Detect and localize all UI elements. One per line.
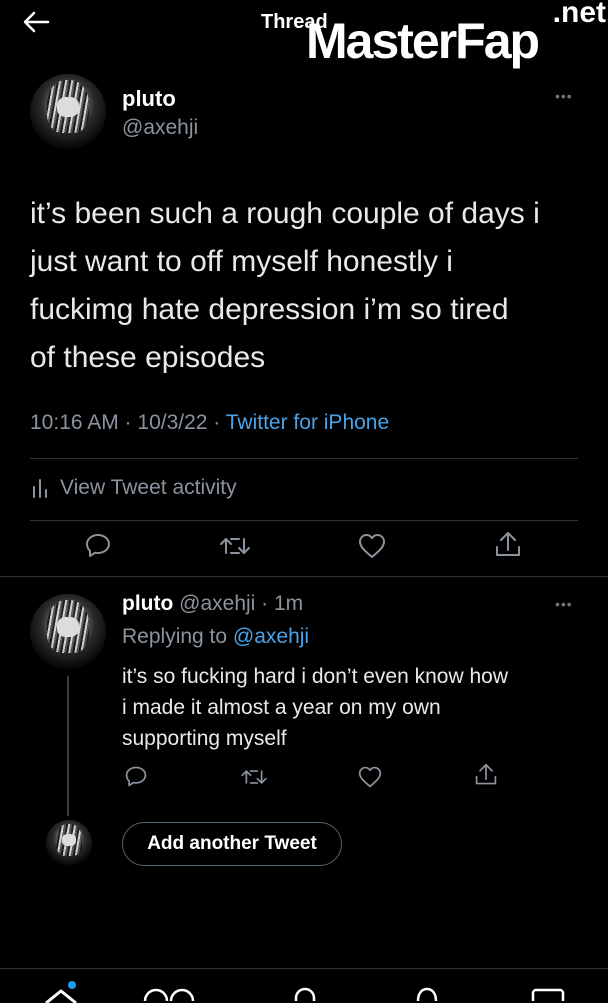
watermark-logo: .net MasterFap (306, 0, 608, 72)
tweet-text-line: just want to off myself honestly i (30, 245, 453, 278)
tweet-meta: 10:16 AM · 10/3/22 · Twitter for iPhone (30, 411, 389, 435)
notification-dot (68, 981, 76, 989)
tweet-text-line: it’s been such a rough couple of days i (30, 197, 540, 230)
tweet-timestamp: 10:16 AM · 10/3/22 · (30, 411, 226, 434)
add-another-tweet-button[interactable]: Add another Tweet (122, 822, 342, 866)
messages-icon[interactable] (530, 987, 570, 1001)
compose-avatar[interactable] (46, 820, 92, 866)
reply-header: pluto @axehji · 1m (122, 592, 303, 616)
divider (30, 520, 578, 521)
thread-connector-line (67, 676, 69, 816)
bottom-nav (0, 969, 608, 1003)
avatar[interactable] (30, 74, 106, 150)
replying-to: Replying to @axehji (122, 625, 309, 649)
share-icon[interactable] (474, 762, 498, 788)
divider (0, 576, 608, 577)
replying-to-prefix: Replying to (122, 625, 233, 648)
back-arrow-icon[interactable] (22, 10, 50, 34)
avatar[interactable] (30, 594, 106, 670)
tweet-text-line: of these episodes (30, 341, 266, 374)
analytics-icon (30, 477, 50, 499)
reply-handle-time[interactable]: @axehji · 1m (179, 592, 303, 615)
search-icon[interactable] (140, 987, 200, 1001)
reply-icon[interactable] (124, 764, 148, 788)
view-tweet-activity[interactable]: View Tweet activity (30, 476, 237, 500)
notifications-icon[interactable] (414, 987, 440, 1001)
divider (30, 458, 578, 459)
replying-to-handle[interactable]: @axehji (233, 625, 309, 648)
activity-label: View Tweet activity (60, 476, 237, 499)
reply-text-line: it’s so fucking hard i don’t even know h… (122, 665, 508, 688)
watermark-suffix: .net (552, 0, 606, 29)
reply-icon[interactable] (84, 531, 112, 559)
tweet-text: it’s been such a rough couple of days i … (30, 190, 540, 382)
reply-text: it’s so fucking hard i don’t even know h… (122, 661, 508, 754)
spaces-icon[interactable] (292, 987, 318, 1001)
more-options-icon[interactable]: ••• (555, 596, 573, 612)
more-options-icon[interactable]: ••• (555, 88, 573, 104)
display-name[interactable]: pluto (122, 86, 176, 112)
reply-display-name[interactable]: pluto (122, 592, 173, 615)
watermark-text: MasterFap (306, 13, 540, 69)
share-icon[interactable] (494, 530, 522, 560)
retweet-icon[interactable] (240, 766, 268, 788)
user-handle[interactable]: @axehji (122, 116, 198, 140)
reply-text-line: supporting myself (122, 727, 287, 750)
tweet-text-line: fuckimg hate depression i’m so tired (30, 293, 509, 326)
retweet-icon[interactable] (219, 533, 251, 559)
reply-text-line: i made it almost a year on my own (122, 696, 441, 719)
like-heart-icon[interactable] (357, 532, 387, 560)
like-heart-icon[interactable] (357, 765, 383, 789)
tweet-source-link[interactable]: Twitter for iPhone (226, 411, 389, 434)
